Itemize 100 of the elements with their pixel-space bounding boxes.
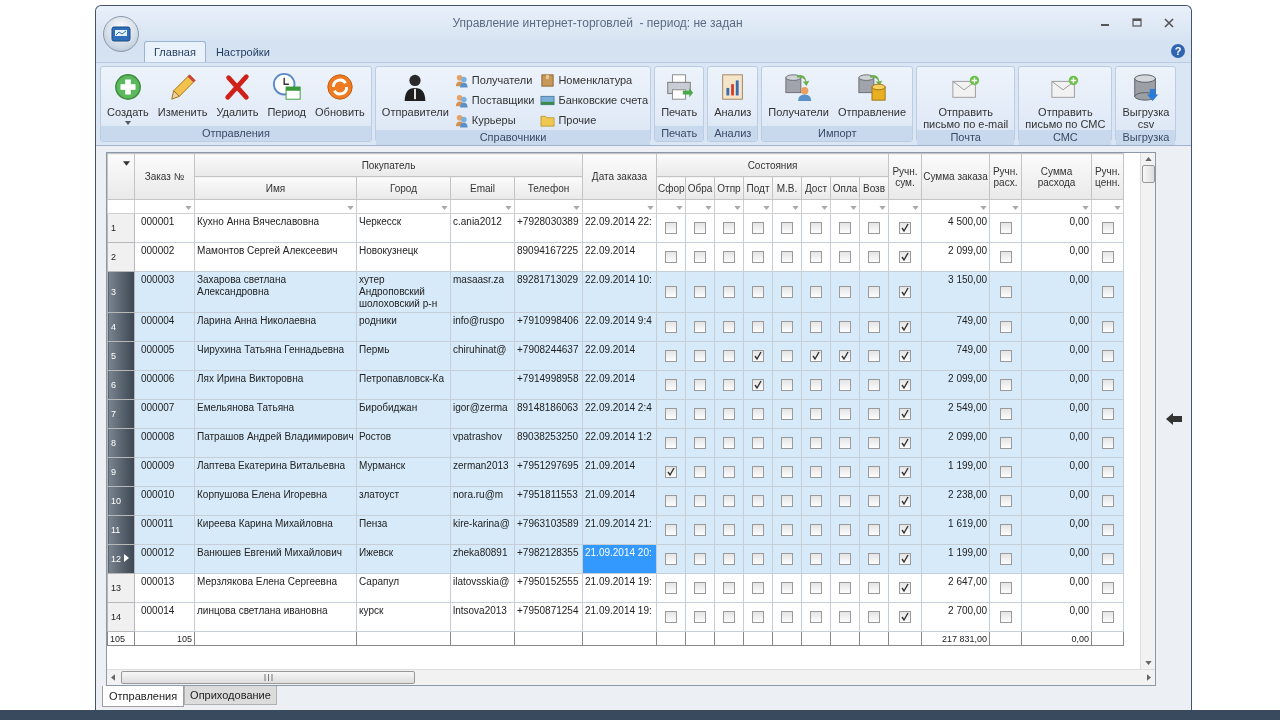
left-arrow-icon[interactable] <box>1165 413 1182 425</box>
checkbox[interactable] <box>781 466 793 479</box>
column-header[interactable]: Ручн. сум. <box>888 153 922 200</box>
checkbox[interactable] <box>694 286 706 299</box>
scroll-up-icon[interactable] <box>1144 157 1152 161</box>
filter-dropdown-icon[interactable] <box>647 206 654 210</box>
checkbox[interactable] <box>1101 321 1114 334</box>
checkbox[interactable] <box>1101 553 1114 566</box>
checkbox[interactable] <box>781 251 793 264</box>
checkbox[interactable] <box>665 437 677 450</box>
row-header[interactable]: 10 <box>107 486 135 516</box>
checkbox[interactable] <box>839 553 851 566</box>
ribbon-button[interactable]: Номенклатура <box>540 70 649 90</box>
filter-dropdown-icon[interactable] <box>734 206 741 210</box>
ribbon-button[interactable]: Период <box>263 69 311 118</box>
checkbox[interactable] <box>868 553 880 566</box>
checkbox[interactable] <box>752 408 764 421</box>
checkbox[interactable] <box>810 350 822 363</box>
ribbon-button[interactable]: Удалить <box>212 69 263 118</box>
checkbox[interactable] <box>752 466 764 479</box>
checkbox[interactable] <box>694 350 706 363</box>
checkbox[interactable] <box>694 379 706 392</box>
filter-dropdown-icon[interactable] <box>821 206 828 210</box>
checkbox[interactable] <box>665 222 677 235</box>
checkbox[interactable] <box>868 408 880 421</box>
checkbox[interactable] <box>999 582 1012 595</box>
ribbon-button[interactable]: Анализ <box>710 69 756 118</box>
ribbon-button[interactable]: Прочие <box>540 110 649 130</box>
checkbox[interactable] <box>810 466 822 479</box>
checkbox[interactable] <box>781 321 793 334</box>
checkbox[interactable] <box>839 251 851 264</box>
row-header[interactable]: 7 <box>107 399 135 429</box>
column-header[interactable]: Ручн. расх. <box>989 153 1022 200</box>
checkbox[interactable] <box>999 524 1012 537</box>
row-header[interactable]: 5 <box>107 341 135 371</box>
column-header[interactable]: Имя <box>194 176 357 200</box>
tab[interactable]: Оприходование <box>184 686 277 705</box>
checkbox[interactable] <box>899 286 911 299</box>
checkbox[interactable] <box>839 408 851 421</box>
checkbox[interactable] <box>999 222 1012 235</box>
checkbox[interactable] <box>839 466 851 479</box>
checkbox[interactable] <box>999 466 1012 479</box>
checkbox[interactable] <box>999 408 1012 421</box>
scroll-thumb[interactable] <box>1141 165 1155 183</box>
checkbox[interactable] <box>752 251 764 264</box>
checkbox[interactable] <box>899 582 911 595</box>
filter-dropdown-icon[interactable] <box>792 206 799 210</box>
checkbox[interactable] <box>1101 286 1114 299</box>
checkbox[interactable] <box>810 611 822 624</box>
column-header[interactable]: Заказ № <box>134 153 195 200</box>
checkbox[interactable] <box>723 350 735 363</box>
checkbox[interactable] <box>810 408 822 421</box>
checkbox[interactable] <box>810 524 822 537</box>
checkbox[interactable] <box>752 350 764 363</box>
row-header[interactable]: 4 <box>107 312 135 342</box>
checkbox[interactable] <box>999 611 1012 624</box>
checkbox[interactable] <box>999 286 1012 299</box>
checkbox[interactable] <box>839 222 851 235</box>
checkbox[interactable] <box>723 582 735 595</box>
row-header[interactable]: 13 <box>107 573 135 603</box>
horizontal-scrollbar[interactable] <box>107 669 1155 685</box>
checkbox[interactable] <box>899 222 911 235</box>
checkbox[interactable] <box>999 553 1012 566</box>
checkbox[interactable] <box>665 379 677 392</box>
scroll-down-icon[interactable] <box>1144 661 1152 665</box>
checkbox[interactable] <box>781 524 793 537</box>
ribbon-button[interactable]: Отправить письмо по СМС <box>1021 69 1110 130</box>
checkbox[interactable] <box>899 611 911 624</box>
vertical-scrollbar[interactable] <box>1140 153 1155 669</box>
checkbox[interactable] <box>899 321 911 334</box>
checkbox[interactable] <box>839 524 851 537</box>
ribbon-button[interactable]: Поставщики <box>453 90 535 110</box>
checkbox[interactable] <box>999 321 1012 334</box>
checkbox[interactable] <box>899 553 911 566</box>
close-icon[interactable] <box>1163 17 1175 29</box>
checkbox[interactable] <box>752 495 764 508</box>
row-header[interactable]: 12 <box>107 544 135 574</box>
ribbon-button[interactable]: Курьеры <box>453 110 535 130</box>
checkbox[interactable] <box>781 437 793 450</box>
checkbox[interactable] <box>868 437 880 450</box>
row-header[interactable]: 6 <box>107 370 135 400</box>
checkbox[interactable] <box>839 495 851 508</box>
checkbox[interactable] <box>694 408 706 421</box>
checkbox[interactable] <box>839 582 851 595</box>
checkbox[interactable] <box>999 251 1012 264</box>
app-menu-button[interactable] <box>103 16 139 52</box>
checkbox[interactable] <box>810 495 822 508</box>
ribbon-button[interactable]: Печать <box>657 69 702 118</box>
checkbox[interactable] <box>810 222 822 235</box>
checkbox[interactable] <box>839 350 851 363</box>
scroll-thumb[interactable] <box>121 671 415 684</box>
checkbox[interactable] <box>1101 251 1114 264</box>
checkbox[interactable] <box>723 495 735 508</box>
checkbox[interactable] <box>752 379 764 392</box>
filter-dropdown-icon[interactable] <box>185 206 192 210</box>
checkbox[interactable] <box>752 553 764 566</box>
checkbox[interactable] <box>868 379 880 392</box>
checkbox[interactable] <box>723 251 735 264</box>
ribbon-button[interactable]: Банковские счета <box>540 90 649 110</box>
checkbox[interactable] <box>999 437 1012 450</box>
